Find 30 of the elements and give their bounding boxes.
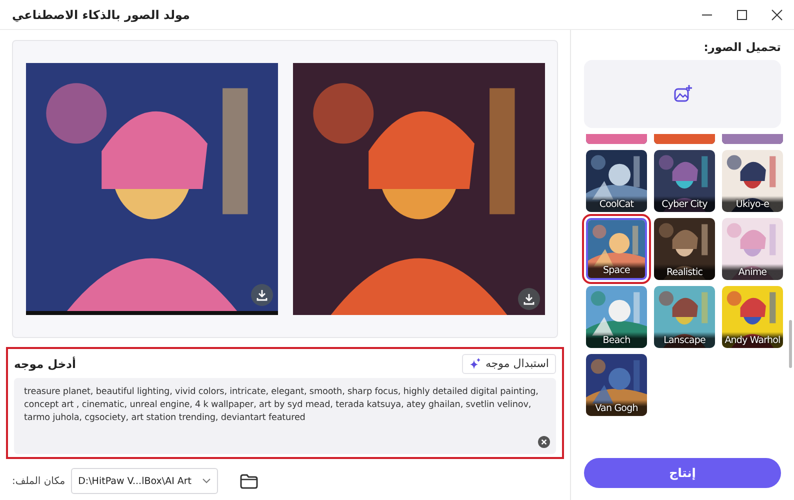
close-icon — [770, 8, 782, 20]
style-tile[interactable] — [722, 134, 783, 144]
maximize-icon — [736, 8, 748, 20]
folder-icon[interactable] — [240, 474, 258, 488]
image-add-icon — [672, 84, 692, 104]
upload-label: تحميل الصور: — [704, 40, 781, 54]
style-tile[interactable]: Cyber City — [654, 150, 715, 212]
window-title: مولد الصور بالذكاء الاصطناعي — [12, 8, 190, 22]
download-icon — [522, 293, 534, 305]
prompt-label: أدخل موجه — [14, 356, 76, 370]
style-tile[interactable]: Andy Warhol — [722, 286, 783, 348]
file-location-label: مكان الملف: — [12, 476, 66, 486]
sparkle-icon — [469, 358, 482, 370]
style-tile[interactable]: Ukiyo-e — [722, 150, 783, 212]
style-tile[interactable]: Beach — [586, 286, 647, 348]
replace-prompt-button[interactable]: استبدال موجه — [462, 354, 556, 374]
clear-icon[interactable] — [538, 436, 550, 448]
style-tile[interactable]: Lanscape — [654, 286, 715, 348]
scrollbar[interactable] — [789, 320, 792, 368]
prompt-field[interactable]: treasure planet, beautiful lighting, vivid colors, intricate, elegant, smooth, sharp focus, highly detailed digital painting, concept art , cinematic, unreal engine, 4 k wallpaper, art by syd mead, terada katsuya, atey ghailan, svetlin velinov, tarmo juhola, cgsociety, art station trending, deviantart featured — [14, 378, 556, 454]
style-tile[interactable]: CoolCat — [586, 150, 647, 212]
style-tile[interactable]: Van Gogh — [586, 354, 647, 416]
style-tile[interactable]: Anime — [722, 218, 783, 280]
generate-button[interactable]: إنتاج — [584, 458, 781, 488]
style-tile[interactable]: Realistic — [654, 218, 715, 280]
chevron-down-icon — [202, 478, 212, 484]
download-icon — [256, 289, 268, 301]
style-tile[interactable] — [586, 134, 647, 144]
style-tile[interactable] — [654, 134, 715, 144]
folder-dropdown[interactable]: D:\HitPaw V...lBox\AI Art — [71, 468, 218, 494]
